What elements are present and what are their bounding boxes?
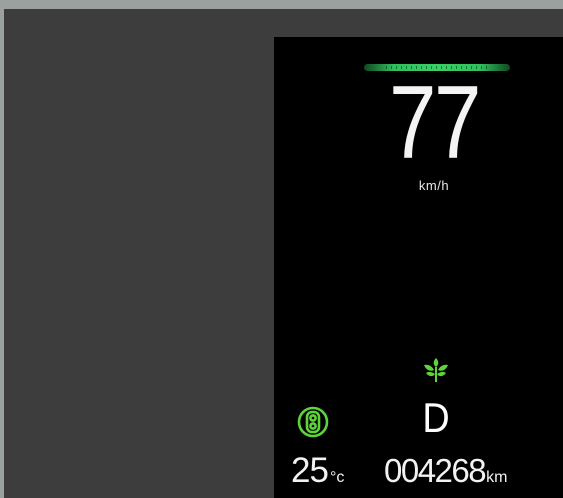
- instrument-display: 77 km/h D 25 °c 004268km: [274, 37, 563, 498]
- odometer-value: 004268: [384, 452, 487, 489]
- gear-indicator: D: [422, 394, 450, 441]
- temperature-value: 25: [291, 451, 329, 490]
- temperature-unit: °c: [329, 469, 345, 486]
- odometer: 004268km: [384, 451, 507, 491]
- eco-leaf-icon: [422, 357, 450, 383]
- eco-mode-indicator-icon: [294, 405, 332, 439]
- speed-readout: 77: [389, 65, 481, 181]
- outside-temperature: 25 °c: [291, 451, 344, 491]
- odometer-unit: km: [486, 469, 508, 486]
- speed-unit: km/h: [418, 178, 450, 193]
